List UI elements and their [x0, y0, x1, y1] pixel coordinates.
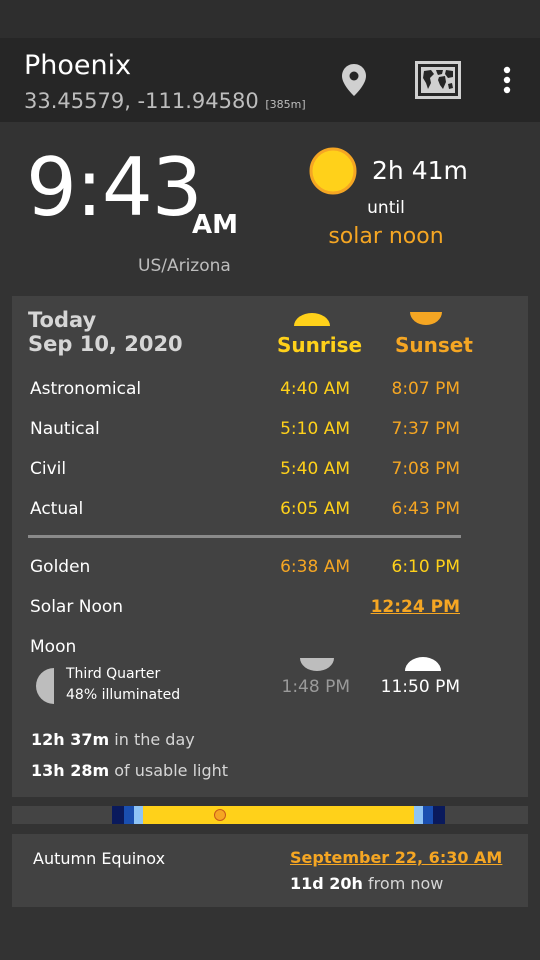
timeline-civil-segment-evening — [414, 806, 423, 824]
day-length: 12h 37m in the day — [31, 730, 195, 749]
timeline-civil-segment — [134, 806, 143, 824]
astronomical-sunset-time: 8:07 PM — [391, 379, 461, 399]
location-name[interactable]: Phoenix — [24, 50, 131, 81]
location-pin-icon[interactable] — [336, 60, 372, 100]
event-relative-suffix: from now — [368, 874, 444, 893]
actual-sunset-time: 6:43 PM — [391, 499, 461, 519]
civil-sunrise-time: 5:40 AM — [280, 459, 350, 479]
sunset-half-sun-icon — [410, 312, 442, 325]
actual-sunrise-time: 6:05 AM — [280, 499, 350, 519]
am-pm-label: AM — [192, 210, 238, 240]
moonset-time: 11:50 PM — [380, 677, 460, 697]
golden-label: Golden — [30, 557, 91, 577]
sunrise-half-sun-icon — [294, 313, 330, 326]
timeline-nautical-segment — [124, 806, 134, 824]
location-coordinates: 33.45579, -111.94580 [385m] — [24, 89, 306, 113]
elevation-text: [385m] — [265, 98, 306, 111]
moon-label: Moon — [30, 637, 77, 657]
nautical-sunrise-time: 5:10 AM — [280, 419, 350, 439]
until-label: until — [367, 198, 405, 218]
sunrise-header: Sunrise — [277, 333, 363, 357]
moonset-half-moon-icon — [405, 657, 441, 671]
golden-evening-time: 6:38 AM — [280, 557, 350, 577]
timeline-night-segment-evening — [433, 806, 445, 824]
countdown-value: 2h 41m — [372, 156, 468, 185]
coordinates-text: 33.45579, -111.94580 — [24, 89, 259, 113]
timezone-label[interactable]: US/Arizona — [138, 256, 231, 276]
next-event-name: solar noon — [328, 224, 444, 249]
timeline-night-segment — [112, 806, 124, 824]
moon-illumination: 48% illuminated — [66, 687, 181, 703]
moonrise-time: 1:48 PM — [281, 677, 351, 697]
sunset-header: Sunset — [395, 333, 473, 357]
day-length-value: 12h 37m — [31, 730, 110, 749]
actual-label: Actual — [30, 499, 84, 519]
sun-icon — [309, 147, 357, 195]
section-divider — [28, 535, 461, 538]
nautical-sunset-time: 7:37 PM — [391, 419, 461, 439]
current-time-marker — [214, 809, 226, 821]
astronomical-sunrise-time: 4:40 AM — [280, 379, 350, 399]
moonrise-half-moon-icon — [300, 658, 334, 671]
astronomical-label: Astronomical — [30, 379, 142, 399]
event-date-link[interactable]: September 22, 6:30 AM — [290, 848, 502, 867]
day-label: Today — [28, 308, 97, 332]
usable-light-suffix: of usable light — [114, 761, 229, 780]
current-time: 9:43 — [26, 141, 203, 234]
usable-light: 13h 28m of usable light — [31, 761, 228, 780]
civil-label: Civil — [30, 459, 67, 479]
timeline-daylight-segment — [143, 806, 414, 824]
event-relative-value: 11d 20h — [290, 874, 363, 893]
nautical-label: Nautical — [30, 419, 100, 439]
civil-sunset-time: 7:08 PM — [391, 459, 461, 479]
today-card: Today Sep 10, 2020 Sunrise Sunset Astron… — [12, 296, 528, 797]
event-name: Autumn Equinox — [33, 849, 166, 868]
solar-noon-label: Solar Noon — [30, 597, 124, 617]
world-map-icon[interactable] — [414, 60, 462, 100]
event-relative-time: 11d 20h from now — [290, 874, 443, 893]
daylight-timeline-bar[interactable] — [12, 806, 528, 824]
more-vert-icon[interactable] — [494, 62, 520, 98]
solar-noon-time-link[interactable]: 12:24 PM — [370, 597, 460, 617]
usable-light-value: 13h 28m — [31, 761, 110, 780]
toolbar: Phoenix 33.45579, -111.94580 [385m] — [0, 38, 540, 122]
day-length-suffix: in the day — [114, 730, 195, 749]
moon-phase: Third Quarter — [66, 666, 161, 682]
date-label[interactable]: Sep 10, 2020 — [28, 332, 183, 356]
timeline-nautical-segment-evening — [423, 806, 433, 824]
third-quarter-moon-icon[interactable] — [34, 668, 56, 704]
golden-morning-time: 6:10 PM — [391, 557, 461, 577]
upcoming-event-card: Autumn Equinox September 22, 6:30 AM 11d… — [12, 834, 528, 907]
status-bar — [0, 0, 540, 38]
